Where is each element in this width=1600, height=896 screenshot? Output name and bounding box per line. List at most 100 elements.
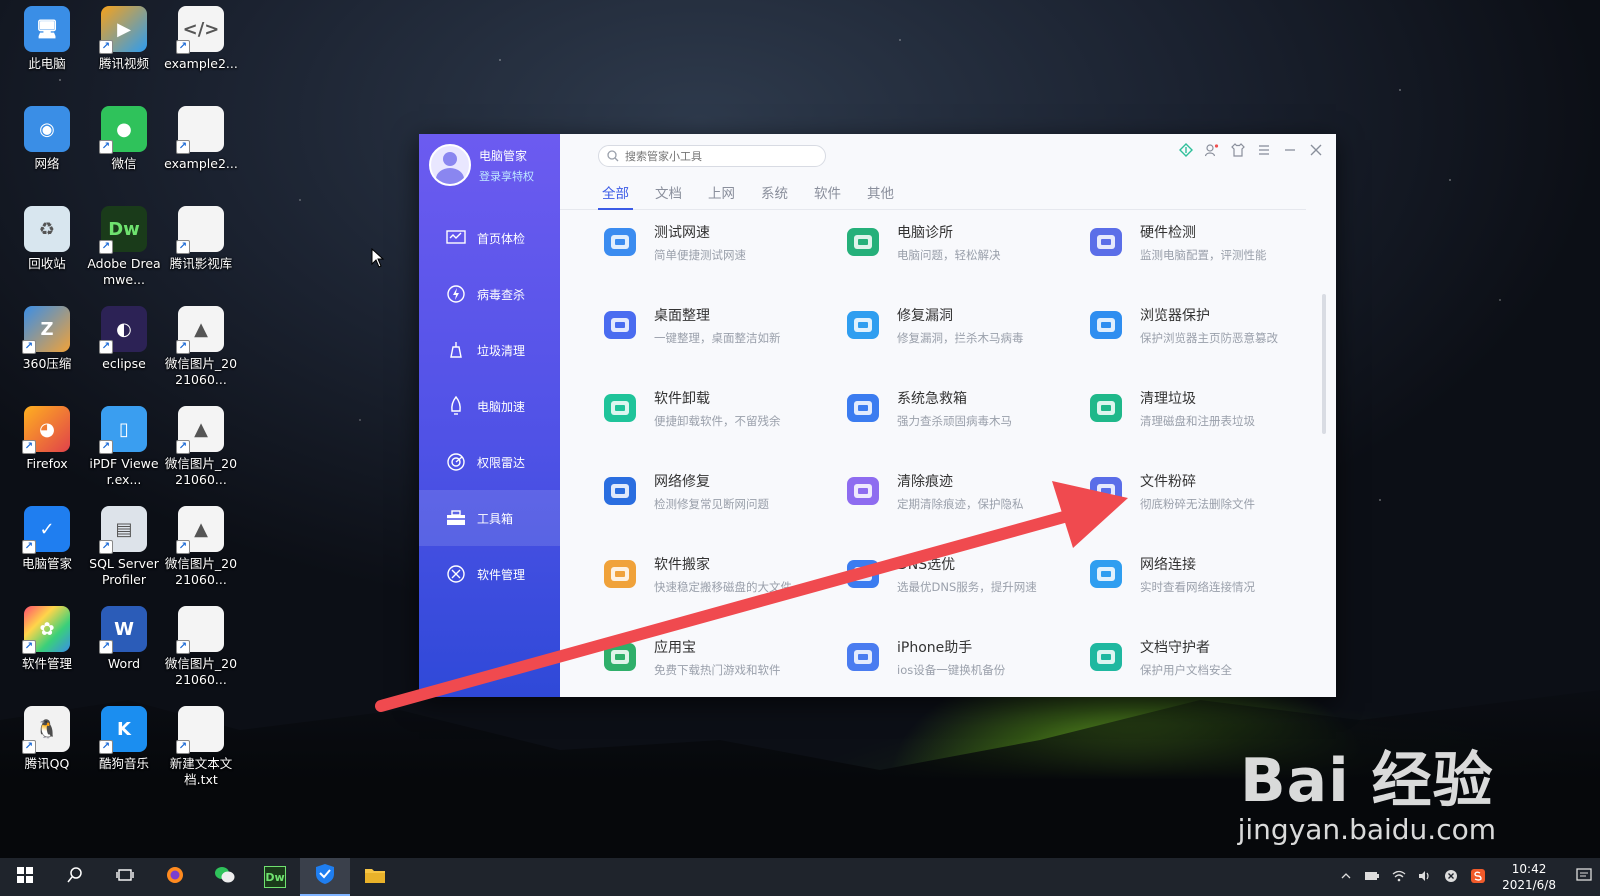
tool-item[interactable]: 电脑诊所 电脑问题，轻松解决 bbox=[843, 222, 1083, 282]
tool-item[interactable]: 硬件检测 监测电脑配置，评测性能 bbox=[1086, 222, 1326, 282]
tab-documents[interactable]: 文档 bbox=[655, 178, 682, 209]
desktop-icon[interactable]: ♻ 回收站 bbox=[9, 206, 85, 272]
volume-icon[interactable] bbox=[1418, 870, 1432, 885]
taskbar-dreamweaver[interactable]: Dw bbox=[250, 858, 300, 896]
desktop-icon[interactable]: ▲ ↗ 微信图片_2021060... bbox=[163, 306, 239, 388]
nav-home-checkup[interactable]: 首页体检 bbox=[419, 210, 560, 266]
skin-shirt-icon[interactable] bbox=[1230, 142, 1246, 158]
taskbar-firefox[interactable] bbox=[150, 858, 200, 896]
battery-icon[interactable] bbox=[1364, 870, 1380, 884]
tab-system[interactable]: 系统 bbox=[761, 178, 788, 209]
desktop-icon[interactable]: 🖥 此电脑 bbox=[9, 6, 85, 72]
desktop-icon[interactable]: ✓ ↗ 电脑管家 bbox=[9, 506, 85, 572]
chevron-up-icon[interactable] bbox=[1340, 870, 1352, 885]
tool-item[interactable]: 文件粉碎 彻底粉碎无法删除文件 bbox=[1086, 471, 1326, 531]
close-icon[interactable] bbox=[1308, 142, 1324, 158]
tool-item[interactable]: 修复漏洞 修复漏洞，拦杀木马病毒 bbox=[843, 305, 1083, 365]
clock[interactable]: 10:42 2021/6/8 bbox=[1502, 861, 1556, 893]
tool-item[interactable]: 测试网速 简单便捷测试网速 bbox=[600, 222, 840, 282]
tool-item[interactable]: 网络连接 实时查看网络连接情况 bbox=[1086, 554, 1326, 614]
tool-item[interactable]: 清除痕迹 定期清除痕迹，保护隐私 bbox=[843, 471, 1083, 531]
desktop-icon[interactable]: Z ↗ 360压缩 bbox=[9, 306, 85, 372]
desktop-icon-label: 微信图片_2021060... bbox=[164, 456, 238, 487]
tab-software[interactable]: 软件 bbox=[814, 178, 841, 209]
tool-item[interactable]: 应用宝 免费下载热门游戏和软件 bbox=[600, 637, 840, 697]
desktop-icon[interactable]: K ↗ 酷狗音乐 bbox=[86, 706, 162, 772]
notification-icon[interactable] bbox=[1576, 867, 1594, 887]
sogou-ime-icon[interactable] bbox=[1470, 868, 1486, 887]
desktop-icon[interactable]: 🐧 ↗ 腾讯QQ bbox=[9, 706, 85, 772]
menu-icon[interactable] bbox=[1256, 142, 1272, 158]
desktop-icon[interactable]: ▲ ↗ 微信图片_2021060... bbox=[163, 506, 239, 588]
pc-manager-window: 电脑管家 登录享特权 首页体检 病毒查杀 垃圾清理 电脑加速 权限雷达 工具箱 软件管理 bbox=[419, 134, 1336, 697]
desktop-icon[interactable]: ↗ 新建文本文档.txt bbox=[163, 706, 239, 788]
tool-name: 网络修复 bbox=[654, 474, 710, 490]
desktop-icon[interactable]: W ↗ Word bbox=[86, 606, 162, 672]
scrollbar[interactable] bbox=[1322, 294, 1326, 434]
tab-all[interactable]: 全部 bbox=[598, 178, 633, 210]
nav-junk-clean[interactable]: 垃圾清理 bbox=[419, 322, 560, 378]
stethoscope-icon bbox=[843, 222, 883, 262]
taskbar-task-view[interactable] bbox=[100, 858, 150, 896]
shortcut-arrow-icon: ↗ bbox=[176, 540, 190, 554]
nav-virus-scan[interactable]: 病毒查杀 bbox=[419, 266, 560, 322]
tool-item[interactable]: 软件搬家 快速稳定搬移磁盘的大文件 bbox=[600, 554, 840, 614]
tool-name: 浏览器保护 bbox=[1140, 308, 1210, 324]
shortcut-arrow-icon: ↗ bbox=[99, 40, 113, 54]
profile[interactable]: 电脑管家 登录享特权 bbox=[419, 134, 560, 196]
desktop-icon[interactable]: ▲ ↗ 微信图片_2021060... bbox=[163, 406, 239, 488]
taskbar-pc-manager[interactable] bbox=[300, 858, 350, 896]
tool-item[interactable]: 网络修复 检测修复常见断网问题 bbox=[600, 471, 840, 531]
shortcut-arrow-icon: ↗ bbox=[99, 540, 113, 554]
taskbar-file-explorer[interactable] bbox=[350, 858, 400, 896]
category-tabs: 全部 文档 上网 系统 软件 其他 bbox=[560, 178, 1306, 210]
tab-other[interactable]: 其他 bbox=[867, 178, 894, 209]
tool-item[interactable]: iPhone助手 ios设备一键换机备份 bbox=[843, 637, 1083, 697]
taskbar-windows-start[interactable] bbox=[0, 858, 50, 896]
qq-icon: 🐧 ↗ bbox=[22, 706, 70, 754]
desktop-icon[interactable]: ◕ ↗ Firefox bbox=[9, 406, 85, 472]
tool-item[interactable]: 文档守护者 保护用户文档安全 bbox=[1086, 637, 1326, 697]
close-circle-icon[interactable] bbox=[1444, 869, 1458, 886]
desktop-icon[interactable]: ▶ ↗ 腾讯视频 bbox=[86, 6, 162, 72]
search-input[interactable] bbox=[625, 149, 815, 163]
tool-item[interactable]: 清理垃圾 清理磁盘和注册表垃圾 bbox=[1086, 388, 1326, 448]
desktop-icon[interactable]: Dw ↗ Adobe Dreamwe... bbox=[86, 206, 162, 288]
taskbar-wechat[interactable] bbox=[200, 858, 250, 896]
tool-item[interactable]: 软件卸载 便捷卸载软件，不留残余 bbox=[600, 388, 840, 448]
tool-name: 清理垃圾 bbox=[1140, 391, 1196, 407]
tool-item[interactable]: 浏览器保护 保护浏览器主页防恶意篡改 bbox=[1086, 305, 1326, 365]
user-switch-icon[interactable] bbox=[1204, 142, 1220, 158]
desktop-icon[interactable]: ↗ example2... bbox=[163, 106, 239, 172]
pc-manager-icon: ✓ ↗ bbox=[22, 506, 70, 554]
tool-name: DNS选优 bbox=[897, 557, 956, 573]
desktop-icon-label: 网络 bbox=[34, 156, 60, 171]
diamond-icon[interactable] bbox=[1178, 142, 1194, 158]
wifi-icon[interactable] bbox=[1392, 870, 1406, 885]
tool-item[interactable]: 系统急救箱 强力查杀顽固病毒木马 bbox=[843, 388, 1083, 448]
taskbar-search[interactable] bbox=[50, 858, 100, 896]
tool-name: 硬件检测 bbox=[1140, 225, 1196, 241]
login-privilege-link[interactable]: 登录享特权 bbox=[479, 168, 534, 184]
nav-speed-up[interactable]: 电脑加速 bbox=[419, 378, 560, 434]
minimize-icon[interactable] bbox=[1282, 142, 1298, 158]
nav-permission-radar[interactable]: 权限雷达 bbox=[419, 434, 560, 490]
avatar[interactable] bbox=[429, 144, 471, 186]
search-box[interactable] bbox=[598, 145, 826, 167]
desktop-icon[interactable]: ● ↗ 微信 bbox=[86, 106, 162, 172]
desktop-icon[interactable]: ✿ ↗ 软件管理 bbox=[9, 606, 85, 672]
desktop-icon[interactable]: ↗ 微信图片_2021060... bbox=[163, 606, 239, 688]
desktop-icon[interactable]: ▯ ↗ iPDF Viewer.ex... bbox=[86, 406, 162, 488]
tab-internet[interactable]: 上网 bbox=[708, 178, 735, 209]
desktop-icon[interactable]: </> ↗ example2... bbox=[163, 6, 239, 72]
nav-software-manager[interactable]: 软件管理 bbox=[419, 546, 560, 602]
desktop-icon[interactable]: ↗ 腾讯影视库 bbox=[163, 206, 239, 272]
text-file-icon: ↗ bbox=[176, 706, 224, 754]
desktop-icon[interactable]: ◐ ↗ eclipse bbox=[86, 306, 162, 372]
tool-item[interactable]: DNS选优 选最优DNS服务，提升网速 bbox=[843, 554, 1083, 614]
desktop-icon-label: 腾讯视频 bbox=[98, 56, 149, 71]
nav-toolbox[interactable]: 工具箱 bbox=[419, 490, 560, 546]
desktop-icon[interactable]: ◉ 网络 bbox=[9, 106, 85, 172]
tool-item[interactable]: 桌面整理 一键整理，桌面整洁如新 bbox=[600, 305, 840, 365]
desktop-icon[interactable]: ▤ ↗ SQL Server Profiler bbox=[86, 506, 162, 588]
